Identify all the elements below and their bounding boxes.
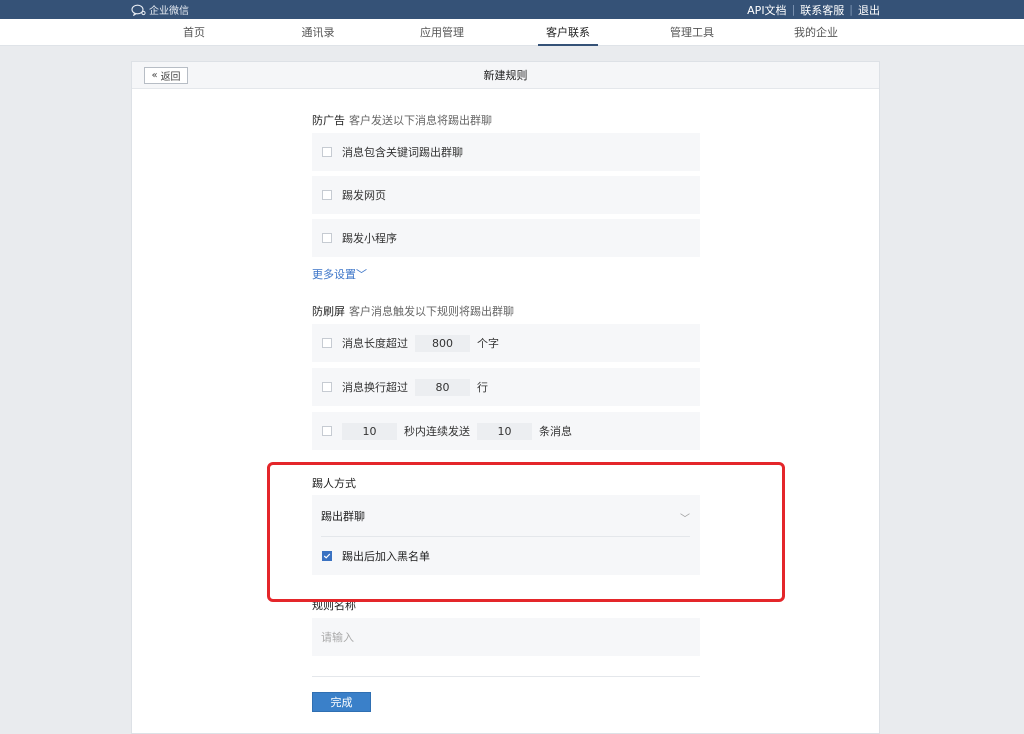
card-header: 新建规则 « 返回: [132, 62, 879, 89]
nav-item-tools[interactable]: 管理工具: [662, 19, 722, 46]
anti-spam-title-text: 防刷屏: [312, 305, 345, 318]
chevron-down-icon: ﹀: [680, 514, 690, 525]
burst-count-input[interactable]: 10: [477, 422, 532, 440]
checkmark-icon: [323, 553, 331, 559]
kick-method-title: 踢人方式: [312, 477, 356, 490]
anti-spam-title: 防刷屏 客户消息触发以下规则将踢出群聊: [312, 303, 514, 319]
kick-method-select[interactable]: 踢出群聊 ﹀: [312, 495, 700, 536]
logo-text: 企业微信: [149, 6, 189, 17]
nav-item-contacts[interactable]: 通讯录: [288, 19, 348, 46]
logout-link[interactable]: 退出: [858, 2, 880, 18]
option-label: 消息包含关键词踢出群聊: [342, 146, 463, 159]
anti-ad-hint: 客户发送以下消息将踢出群聊: [349, 114, 492, 127]
burst-messages-checkbox[interactable]: [322, 426, 332, 436]
rule-name-input[interactable]: [312, 618, 700, 656]
option-label: 踢发小程序: [342, 232, 397, 245]
keyword-kick-checkbox[interactable]: [322, 147, 332, 157]
anti-ad-title-text: 防广告: [312, 114, 345, 127]
main-nav: 首页 通讯录 应用管理 客户联系 管理工具 我的企业: [0, 19, 1024, 46]
kick-method-value: 踢出群聊: [321, 509, 365, 523]
burst-middle-label: 秒内连续发送: [404, 425, 470, 438]
option-line-breaks[interactable]: 消息换行超过 80 行: [312, 368, 700, 406]
option-send-webpage[interactable]: 踢发网页: [312, 176, 700, 214]
anti-spam-hint: 客户消息触发以下规则将踢出群聊: [349, 305, 514, 318]
page-title: 新建规则: [483, 69, 528, 82]
section-divider: [312, 463, 700, 464]
back-button[interactable]: « 返回: [144, 67, 188, 84]
logo[interactable]: 企业微信: [131, 2, 189, 17]
message-length-input[interactable]: 800: [415, 334, 470, 352]
unit-label: 个字: [477, 337, 499, 350]
nav-item-my-company[interactable]: 我的企业: [786, 19, 846, 46]
rule-name-title: 规则名称: [312, 599, 356, 612]
option-message-length[interactable]: 消息长度超过 800 个字: [312, 324, 700, 362]
option-label: 踢发网页: [342, 189, 386, 202]
blacklist-label: 踢出后加入黑名单: [342, 550, 430, 563]
send-miniprogram-checkbox[interactable]: [322, 233, 332, 243]
send-webpage-checkbox[interactable]: [322, 190, 332, 200]
top-links: API文档 | 联系客服 | 退出: [747, 2, 880, 17]
chevron-down-icon: ﹀: [356, 268, 367, 281]
nav-item-apps[interactable]: 应用管理: [412, 19, 472, 46]
unit-label: 行: [477, 381, 488, 394]
more-settings-label: 更多设置: [312, 268, 356, 281]
active-tab-indicator: [538, 44, 598, 46]
burst-seconds-input[interactable]: 10: [342, 422, 397, 440]
blacklist-option[interactable]: 踢出后加入黑名单: [322, 537, 430, 575]
line-breaks-checkbox[interactable]: [322, 382, 332, 392]
rule-form-card: 新建规则 « 返回 防广告 客户发送以下消息将踢出群聊 消息包含关键词踢出群聊 踢…: [131, 61, 880, 734]
done-button[interactable]: 完成: [312, 692, 371, 712]
api-docs-link[interactable]: API文档: [747, 2, 786, 18]
option-label: 消息换行超过: [342, 381, 408, 394]
nav-item-customer-contact[interactable]: 客户联系: [538, 19, 598, 46]
contact-support-link[interactable]: 联系客服: [800, 2, 844, 18]
blacklist-checkbox[interactable]: [322, 551, 332, 561]
separator: |: [791, 3, 796, 16]
nav-item-home[interactable]: 首页: [164, 19, 224, 46]
anti-ad-title: 防广告 客户发送以下消息将踢出群聊: [312, 112, 492, 128]
separator: |: [849, 3, 853, 16]
option-send-miniprogram[interactable]: 踢发小程序: [312, 219, 700, 257]
wecom-logo-icon: [131, 4, 146, 16]
line-breaks-input[interactable]: 80: [415, 378, 470, 396]
footer-divider: [312, 676, 700, 677]
option-keyword-kick[interactable]: 消息包含关键词踢出群聊: [312, 133, 700, 171]
more-settings-link[interactable]: 更多设置﹀: [312, 266, 367, 282]
back-label: 返回: [160, 72, 181, 83]
option-label: 消息长度超过: [342, 337, 408, 350]
message-length-checkbox[interactable]: [322, 338, 332, 348]
option-burst-messages[interactable]: 10 秒内连续发送 10 条消息: [312, 412, 700, 450]
kick-method-panel: 踢出群聊 ﹀ 踢出后加入黑名单: [312, 495, 700, 575]
top-bar: 企业微信 API文档 | 联系客服 | 退出: [0, 0, 1024, 19]
double-chevron-left-icon: «: [151, 70, 158, 81]
unit-label: 条消息: [539, 425, 572, 438]
